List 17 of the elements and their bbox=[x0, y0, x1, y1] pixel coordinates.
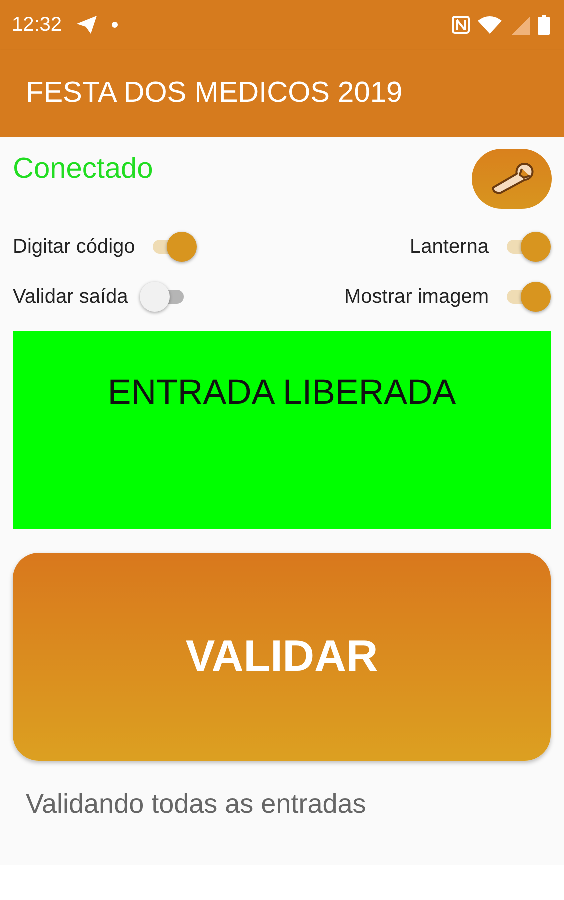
dot-icon bbox=[112, 22, 118, 28]
switch-label: Validar saída bbox=[13, 286, 128, 308]
wifi-icon bbox=[478, 16, 502, 34]
wrench-icon bbox=[489, 163, 535, 195]
paper-plane-icon bbox=[76, 15, 98, 35]
battery-icon bbox=[538, 15, 550, 35]
result-message: ENTRADA LIBERADA bbox=[108, 373, 456, 413]
nfc-icon bbox=[452, 16, 470, 34]
status-time: 12:32 bbox=[12, 14, 62, 36]
connection-status: Conectado bbox=[13, 153, 154, 186]
validate-button[interactable]: VALIDAR bbox=[13, 553, 551, 761]
app-title: FESTA DOS MEDICOS 2019 bbox=[26, 77, 403, 110]
status-message: Validando todas as entradas bbox=[26, 789, 368, 820]
switch-label: Mostrar imagem bbox=[344, 286, 489, 308]
signal-icon bbox=[510, 15, 530, 35]
switch-label: Digitar código bbox=[13, 236, 136, 258]
switch-label: Lanterna bbox=[410, 236, 489, 258]
